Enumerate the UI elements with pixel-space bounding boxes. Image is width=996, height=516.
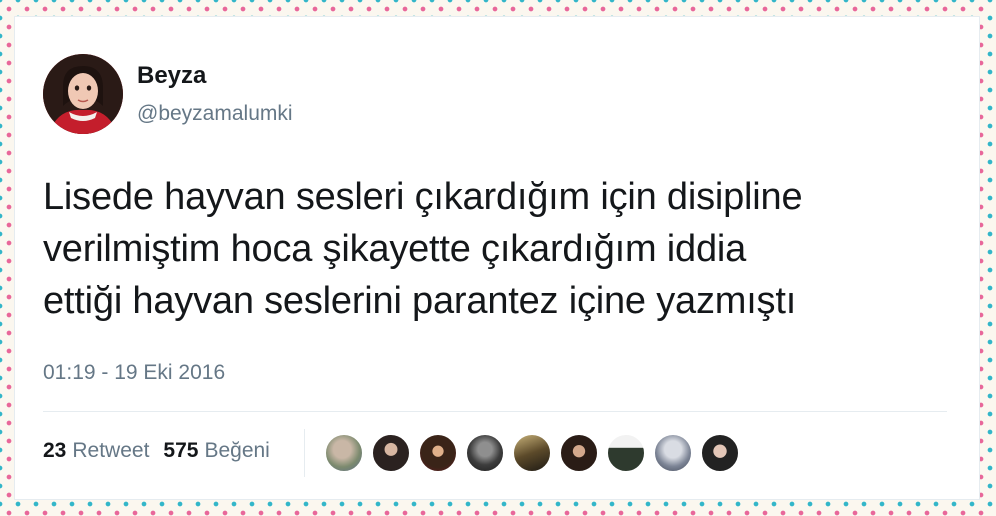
tweet-text-line: ettiği hayvan seslerini parantez içine y… bbox=[43, 280, 797, 322]
tweet-text-line: verilmiştim hoca şikayette çıkardığım id… bbox=[43, 228, 747, 270]
display-name[interactable]: Beyza bbox=[137, 62, 206, 90]
liker-avatar[interactable] bbox=[325, 434, 363, 472]
retweet-label: Retweet bbox=[72, 439, 150, 462]
tweet-text-line: Lisede hayvan sesleri çıkardığım için di… bbox=[43, 176, 803, 218]
divider bbox=[43, 411, 947, 412]
liker-avatar[interactable] bbox=[466, 434, 504, 472]
tweet-stats: 23 Retweet 575 Beğeni bbox=[43, 439, 270, 463]
liker-avatar[interactable] bbox=[372, 434, 410, 472]
retweet-stat[interactable]: 23 Retweet bbox=[43, 439, 149, 463]
liker-avatars bbox=[325, 434, 739, 472]
retweet-count: 23 bbox=[43, 439, 67, 462]
liker-avatar[interactable] bbox=[419, 434, 457, 472]
liker-avatar[interactable] bbox=[607, 434, 645, 472]
like-label: Beğeni bbox=[204, 439, 270, 462]
liker-avatar[interactable] bbox=[701, 434, 739, 472]
liker-avatar[interactable] bbox=[654, 434, 692, 472]
avatar[interactable] bbox=[43, 54, 123, 134]
user-handle[interactable]: @beyzamalumki bbox=[137, 102, 293, 126]
stats-divider bbox=[304, 429, 305, 477]
tweet-timestamp[interactable]: 01:19 - 19 Eki 2016 bbox=[43, 361, 225, 385]
liker-avatar[interactable] bbox=[560, 434, 598, 472]
tweet-card: Beyza @beyzamalumki Lisede hayvan sesler… bbox=[14, 16, 980, 500]
tweet-text: Lisede hayvan sesleri çıkardığım için di… bbox=[43, 171, 963, 327]
like-count: 575 bbox=[163, 439, 199, 462]
liker-avatar[interactable] bbox=[513, 434, 551, 472]
like-stat[interactable]: 575 Beğeni bbox=[163, 439, 269, 463]
